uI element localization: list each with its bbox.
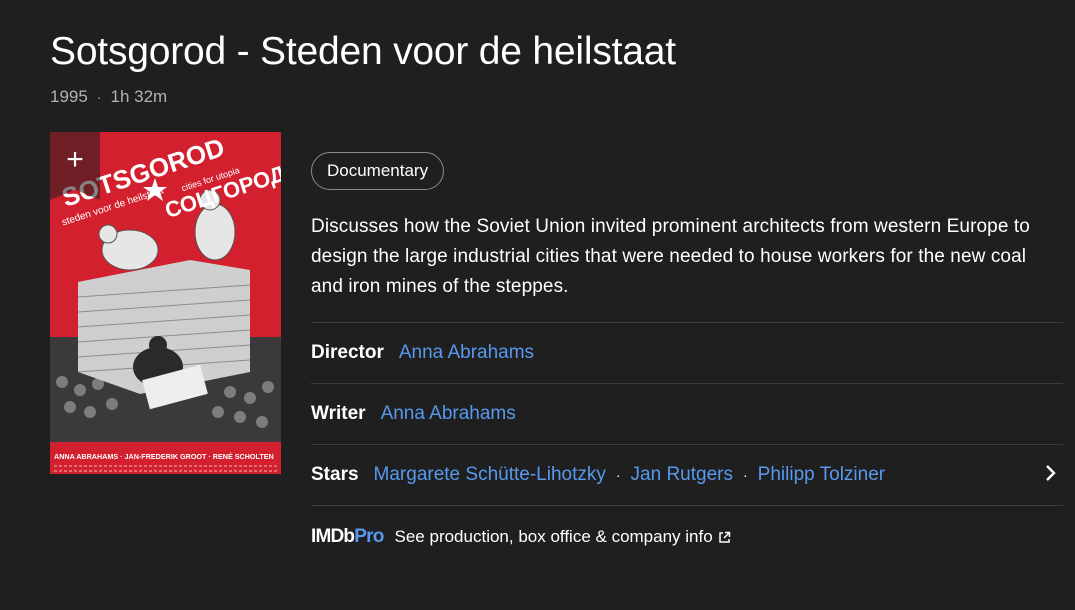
star-link[interactable]: Margarete Schütte-Lihotzky <box>374 464 606 486</box>
director-row: Director Anna Abrahams <box>311 322 1063 383</box>
imdbpro-row[interactable]: IMDbPro See production, box office & com… <box>311 505 1063 568</box>
runtime: 1h 32m <box>110 87 168 106</box>
chevron-right-icon[interactable] <box>1045 462 1057 488</box>
imdbpro-logo: IMDbPro <box>311 526 384 547</box>
release-year[interactable]: 1995 <box>50 87 88 107</box>
imdbpro-link[interactable]: See production, box office & company inf… <box>395 527 713 547</box>
svg-text:ANNA ABRAHAMS · JAN-FREDERIK G: ANNA ABRAHAMS · JAN-FREDERIK GROOT · REN… <box>54 452 274 461</box>
star-link[interactable]: Jan Rutgers <box>631 464 733 486</box>
writer-row: Writer Anna Abrahams <box>311 383 1063 444</box>
stars-row[interactable]: Stars Margarete Schütte-Lihotzky · Jan R… <box>311 444 1063 505</box>
genre-chip[interactable]: Documentary <box>311 152 445 190</box>
plot-summary: Discusses how the Soviet Union invited p… <box>311 216 1030 297</box>
credits-list: Director Anna Abrahams Writer Anna Abrah… <box>311 322 1063 568</box>
page-title: Sotsgorod - Steden voor de heilstaat <box>50 30 676 73</box>
director-label[interactable]: Director <box>311 342 384 364</box>
star-separator: · <box>615 467 621 483</box>
star-link[interactable]: Philipp Tolziner <box>758 464 885 486</box>
title-meta: 1995 · 1h 32m <box>50 87 167 107</box>
external-link-icon <box>718 531 730 543</box>
poster-image[interactable]: SOTSGOROD steden voor de heilstaat citie… <box>50 132 281 474</box>
stars-label[interactable]: Stars <box>311 464 359 486</box>
star-separator: · <box>743 467 748 483</box>
meta-separator: · <box>96 89 102 105</box>
title-details: Documentary Discusses how the Soviet Uni… <box>311 152 1063 568</box>
writer-label[interactable]: Writer <box>311 403 366 425</box>
writer-link[interactable]: Anna Abrahams <box>381 403 516 425</box>
director-link[interactable]: Anna Abrahams <box>399 342 534 364</box>
